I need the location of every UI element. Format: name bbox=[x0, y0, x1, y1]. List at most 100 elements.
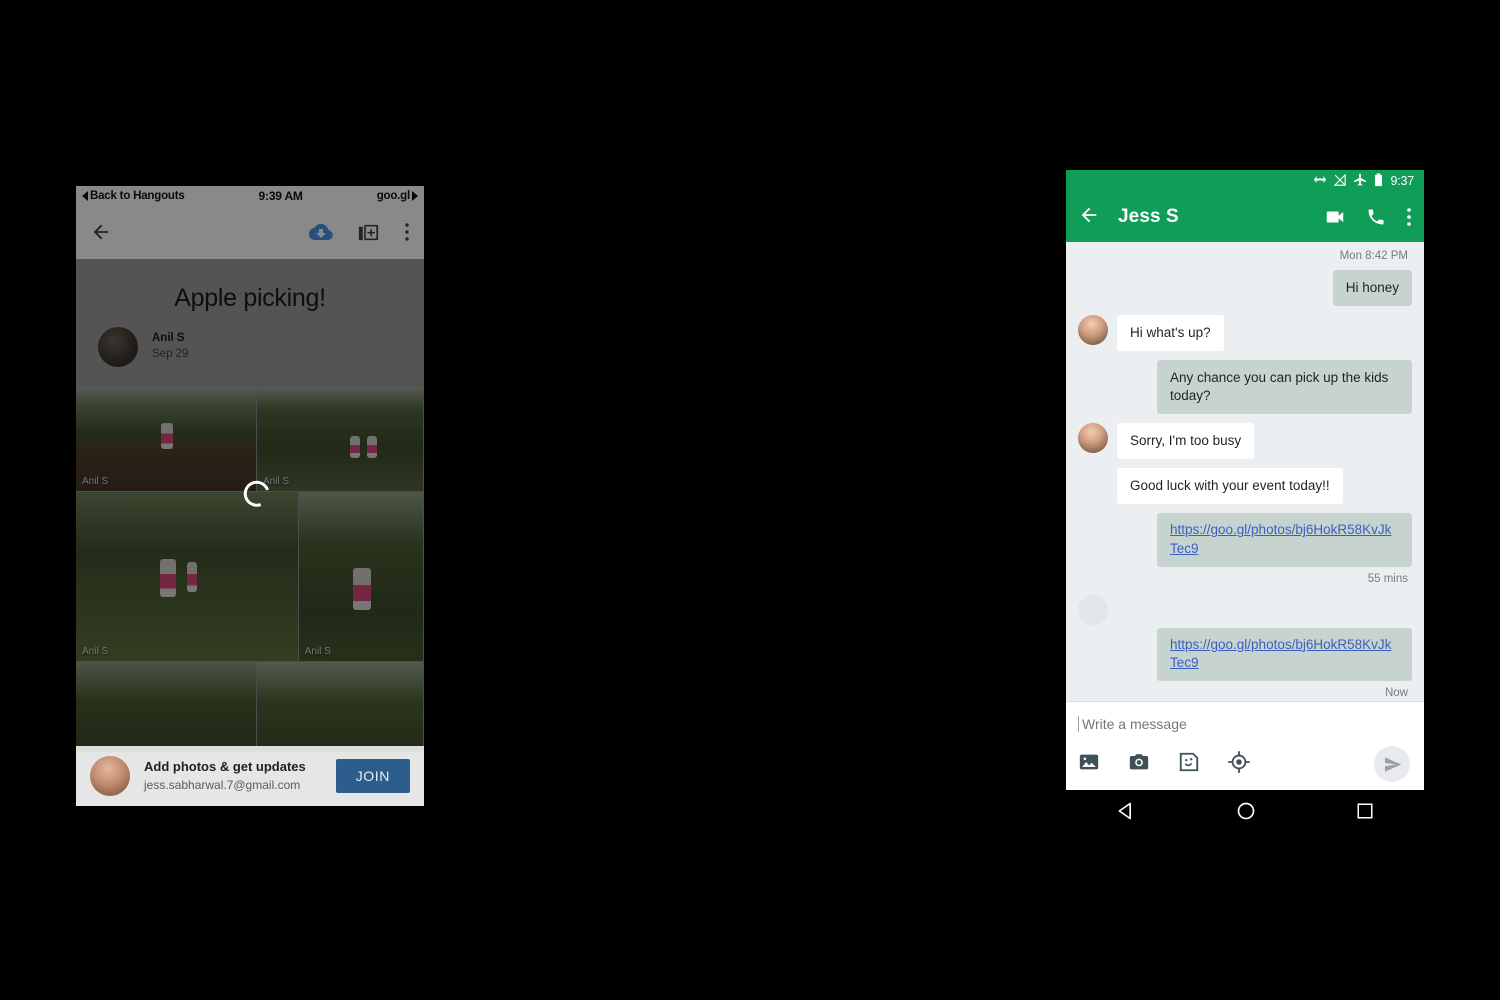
android-navigation-bar bbox=[1066, 790, 1424, 832]
photo-image bbox=[298, 491, 423, 661]
photo-image bbox=[76, 491, 298, 661]
photo-subject bbox=[186, 562, 197, 593]
message-bubble[interactable]: Hi honey bbox=[1332, 270, 1412, 307]
signal-off-icon bbox=[1333, 173, 1347, 189]
photo-grid-row: Anil S Anil S bbox=[76, 386, 424, 492]
camera-icon[interactable] bbox=[1128, 751, 1150, 773]
photo-thumbnail[interactable] bbox=[76, 661, 257, 752]
photo-credit: Anil S bbox=[304, 645, 331, 657]
album-title: Apple picking! bbox=[174, 284, 326, 312]
join-title: Add photos & get updates bbox=[144, 758, 306, 774]
arrow-left-icon[interactable] bbox=[1078, 204, 1100, 231]
compose-icon-row bbox=[1078, 751, 1412, 773]
message-row-outgoing: Hi honey bbox=[1078, 270, 1412, 307]
android-status-bar: 9:37 bbox=[1066, 170, 1424, 192]
album-photo-grid: Anil S Anil S Anil S Anil S bbox=[76, 386, 424, 752]
right-phone-screen: 9:37 Jess S Mon 8:42 PM Hi honey Hi what… bbox=[1066, 170, 1424, 790]
message-bubble[interactable]: Hi what's up? bbox=[1117, 315, 1224, 352]
conversation-thread[interactable]: Mon 8:42 PM Hi honey Hi what's up? Any c… bbox=[1066, 242, 1424, 701]
message-row-incoming: Sorry, I'm too busy bbox=[1078, 423, 1412, 460]
video-call-icon[interactable] bbox=[1324, 206, 1346, 228]
owner-avatar bbox=[98, 326, 138, 367]
photo-subject bbox=[366, 436, 377, 459]
join-button[interactable]: JOIN bbox=[335, 759, 410, 793]
message-bubble[interactable]: Sorry, I'm too busy bbox=[1117, 423, 1255, 460]
join-album-bar: Add photos & get updates jess.sabharwal.… bbox=[76, 746, 424, 806]
album-owner-name: Anil S bbox=[152, 331, 185, 344]
hangouts-app-bar: Jess S bbox=[1066, 192, 1424, 242]
photo-subject bbox=[353, 567, 372, 610]
message-bubble-link[interactable]: https://goo.gl/photos/bj6HokR58KvJkTec9 bbox=[1157, 627, 1412, 681]
add-photos-icon[interactable] bbox=[357, 221, 380, 244]
photos-link[interactable]: https://goo.gl/photos/bj6HokR58KvJkTec9 bbox=[1170, 521, 1399, 558]
message-row-outgoing-link: https://goo.gl/photos/bj6HokR58KvJkTec9 bbox=[1078, 627, 1412, 681]
nav-recents-square-icon[interactable] bbox=[1356, 802, 1374, 820]
nav-home-circle-icon[interactable] bbox=[1236, 801, 1256, 821]
send-button[interactable] bbox=[1374, 746, 1410, 782]
day-timestamp: Mon 8:42 PM bbox=[1339, 250, 1408, 262]
cloud-download-icon[interactable] bbox=[309, 220, 333, 244]
bidirectional-arrow-icon bbox=[1313, 174, 1327, 188]
join-email: jess.sabharwal.7@gmail.com bbox=[144, 777, 301, 792]
contact-name[interactable]: Jess S bbox=[1118, 206, 1179, 228]
photo-icon[interactable] bbox=[1078, 751, 1100, 773]
photo-thumbnail[interactable]: Anil S bbox=[298, 491, 424, 662]
join-text-block: Add photos & get updates jess.sabharwal.… bbox=[144, 758, 336, 794]
album-date: Sep 29 bbox=[152, 347, 189, 360]
owner-meta: Anil S Sep 29 bbox=[152, 331, 188, 362]
photos-toolbar bbox=[76, 205, 424, 259]
screenshot-canvas: Back to Hangouts 9:39 AM goo.gl Apple pi… bbox=[0, 0, 1500, 1000]
user-avatar bbox=[90, 756, 130, 796]
goo-gl-label: goo.gl bbox=[376, 189, 410, 202]
photo-subject bbox=[349, 436, 360, 459]
location-icon[interactable] bbox=[1228, 751, 1250, 773]
album-header: Apple picking! Anil S Sep 29 bbox=[76, 259, 424, 387]
photo-grid-row bbox=[76, 661, 424, 752]
photo-credit: Anil S bbox=[82, 645, 109, 657]
message-row-incoming: Hi what's up? bbox=[1078, 315, 1412, 352]
triangle-right-icon bbox=[412, 190, 418, 201]
more-vertical-icon[interactable] bbox=[404, 221, 410, 243]
goo-gl-app-link[interactable]: goo.gl bbox=[377, 190, 418, 202]
photo-thumbnail[interactable]: Anil S bbox=[76, 491, 299, 662]
message-row-outgoing: Any chance you can pick up the kids toda… bbox=[1078, 360, 1412, 415]
photos-link[interactable]: https://goo.gl/photos/bj6HokR58KvJkTec9 bbox=[1170, 636, 1399, 673]
airplane-mode-icon bbox=[1353, 172, 1367, 190]
message-row-incoming: Good luck with your event today!! bbox=[1078, 468, 1412, 505]
phone-call-icon[interactable] bbox=[1366, 207, 1386, 227]
message-bubble-link[interactable]: https://goo.gl/photos/bj6HokR58KvJkTec9 bbox=[1157, 513, 1412, 567]
photo-thumbnail[interactable]: Anil S bbox=[76, 386, 257, 492]
message-input[interactable] bbox=[1078, 716, 1339, 732]
compose-area bbox=[1066, 701, 1424, 790]
android-clock: 9:37 bbox=[1390, 174, 1414, 188]
message-bubble[interactable]: Good luck with your event today!! bbox=[1117, 468, 1343, 505]
photo-credit: Anil S bbox=[82, 475, 109, 487]
sticker-icon[interactable] bbox=[1178, 751, 1200, 773]
nav-back-triangle-icon[interactable] bbox=[1116, 801, 1136, 821]
photo-image bbox=[76, 661, 256, 751]
photo-subject bbox=[160, 422, 173, 449]
photo-subject bbox=[160, 559, 177, 598]
album-owner-row: Anil S Sep 29 bbox=[76, 326, 424, 373]
photo-thumbnail[interactable] bbox=[256, 661, 424, 752]
battery-icon bbox=[1374, 172, 1383, 190]
photo-grid-row: Anil S Anil S bbox=[76, 491, 424, 662]
triangle-left-icon bbox=[82, 190, 88, 201]
avatar bbox=[1078, 315, 1108, 346]
avatar-pending bbox=[1078, 594, 1108, 625]
message-row-ghost-avatar bbox=[1078, 594, 1412, 625]
ios-status-bar: Back to Hangouts 9:39 AM goo.gl bbox=[76, 186, 424, 205]
more-vertical-icon[interactable] bbox=[1406, 206, 1412, 228]
message-row-outgoing-link: https://goo.gl/photos/bj6HokR58KvJkTec9 bbox=[1078, 513, 1412, 567]
ios-clock: 9:39 AM bbox=[258, 188, 303, 203]
photo-thumbnail[interactable]: Anil S bbox=[256, 386, 424, 492]
photo-image bbox=[256, 661, 423, 751]
message-timestamp: Now bbox=[1384, 686, 1408, 699]
back-to-hangouts-link[interactable]: Back to Hangouts bbox=[82, 190, 185, 202]
avatar bbox=[1078, 423, 1108, 454]
message-bubble[interactable]: Any chance you can pick up the kids toda… bbox=[1157, 360, 1412, 415]
back-arrow-icon[interactable] bbox=[90, 221, 112, 243]
message-timestamp: 55 mins bbox=[1367, 572, 1408, 585]
left-phone-screen: Back to Hangouts 9:39 AM goo.gl Apple pi… bbox=[76, 186, 424, 806]
back-to-hangouts-label: Back to Hangouts bbox=[90, 189, 185, 202]
